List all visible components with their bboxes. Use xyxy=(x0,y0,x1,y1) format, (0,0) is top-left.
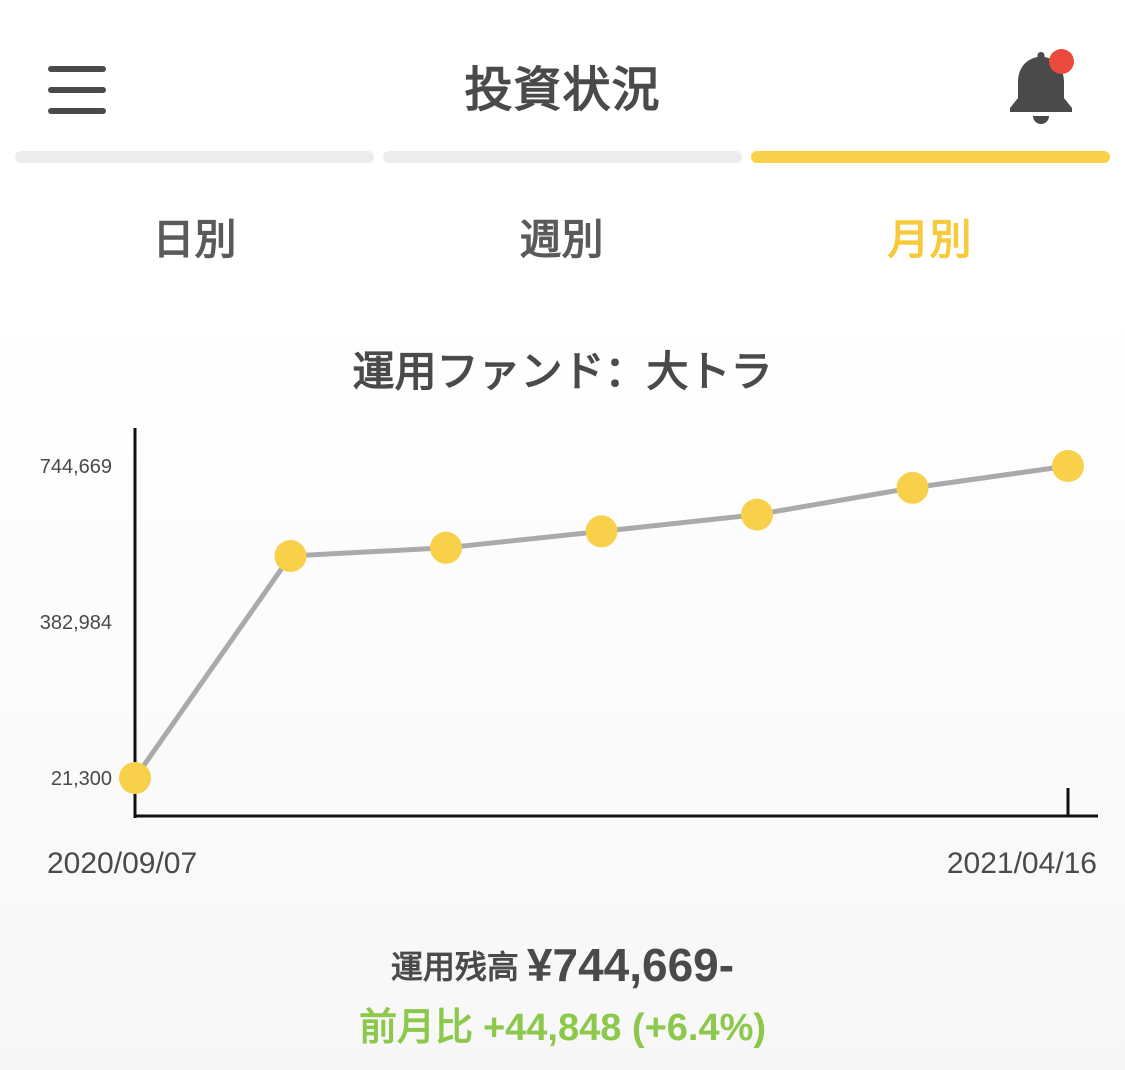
balance-value: ¥744,669- xyxy=(526,939,735,991)
tab-indicator-bar xyxy=(15,151,1110,163)
data-point[interactable] xyxy=(585,515,618,548)
data-point[interactable] xyxy=(274,540,307,573)
series-line xyxy=(132,463,1069,780)
notification-badge xyxy=(1049,49,1074,74)
data-point[interactable] xyxy=(119,762,151,794)
x-tick-label-start: 2020/09/07 xyxy=(47,847,197,880)
tab-daily[interactable]: 日別 xyxy=(12,206,377,267)
balance-label: 運用残高 xyxy=(390,948,519,986)
tab-monthly[interactable]: 月別 xyxy=(747,206,1112,267)
data-point[interactable] xyxy=(430,531,462,564)
tab-indicator-daily xyxy=(15,151,374,163)
y-tick-label: 744,669 xyxy=(40,456,112,478)
balance-line-chart: 21,300 382,984 744,669 2020/09/07 2021/04/… xyxy=(40,428,1098,880)
data-point[interactable] xyxy=(1052,450,1084,482)
data-point[interactable] xyxy=(896,471,929,504)
change-label: 前月比 xyxy=(358,1005,473,1049)
tab-indicator-monthly xyxy=(751,151,1110,163)
y-tick-label: 21,300 xyxy=(51,768,112,790)
balance-summary: 運用残高 ¥744,669- xyxy=(0,938,1125,992)
change-value: +44,848 (+6.4%) xyxy=(482,1007,767,1049)
page-title: 投資状況 xyxy=(464,62,661,118)
chart-title: 運用ファンド：大トラ xyxy=(352,347,773,396)
monthly-change: 前月比 +44,848 (+6.4%) xyxy=(0,996,1125,1051)
x-tick-label-end: 2021/04/16 xyxy=(947,847,1097,880)
data-point[interactable] xyxy=(741,498,773,531)
y-tick-label: 382,984 xyxy=(40,612,112,634)
tab-indicator-weekly xyxy=(383,151,742,163)
investment-status-screen: 投資状況 日別 週別 月別 運用ファンド：大トラ 21,300 382,984 74… xyxy=(0,0,1125,1070)
tab-weekly[interactable]: 週別 xyxy=(379,206,744,267)
